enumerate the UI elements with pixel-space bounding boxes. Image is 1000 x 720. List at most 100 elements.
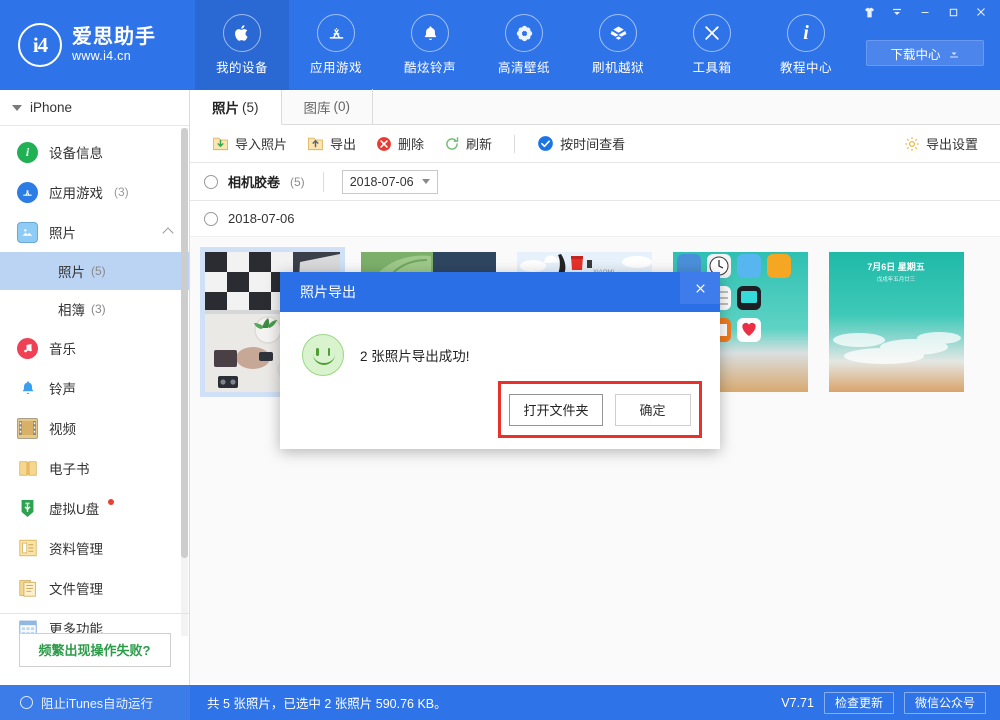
- open-folder-button[interactable]: 打开文件夹: [509, 394, 602, 426]
- export-button[interactable]: 导出: [297, 125, 366, 163]
- select-group-radio[interactable]: [204, 212, 218, 226]
- file-icon: [17, 578, 38, 599]
- filter-divider: [323, 172, 324, 192]
- book-icon: [17, 458, 38, 479]
- dialog-title: 照片导出: [300, 282, 356, 302]
- sidebar-subitem-count: (3): [91, 302, 106, 316]
- logo-mark-icon: i4: [18, 23, 62, 67]
- nav-item-toolbox[interactable]: 工具箱: [665, 0, 759, 90]
- toolbar-label: 导入照片: [235, 134, 287, 153]
- maximize-icon[interactable]: [940, 1, 966, 23]
- nav-item-apps-games[interactable]: 应用游戏: [289, 0, 383, 90]
- check-update-button[interactable]: 检查更新: [824, 692, 894, 714]
- nav-item-tutorials[interactable]: i 教程中心: [759, 0, 853, 90]
- dialog-close-icon[interactable]: [680, 272, 720, 304]
- nav-item-ringtones[interactable]: 酷炫铃声: [383, 0, 477, 90]
- menu-icon[interactable]: [884, 1, 910, 23]
- sidebar-item-count: (3): [114, 185, 129, 199]
- delete-icon: [376, 136, 392, 152]
- sidebar-item-label: 音乐: [49, 338, 76, 358]
- top-navigation: 我的设备 应用游戏 酷炫铃声 高清壁纸: [195, 0, 853, 90]
- delete-button[interactable]: 删除: [366, 125, 434, 163]
- check-update-label: 检查更新: [835, 694, 883, 711]
- sidebar-item-data-management[interactable]: 资料管理: [0, 528, 189, 568]
- block-itunes-label: 阻止iTunes自动运行: [41, 693, 153, 712]
- tab-label: 图库: [304, 97, 331, 117]
- nav-item-my-device[interactable]: 我的设备: [195, 0, 289, 90]
- sidebar-item-music[interactable]: 音乐: [0, 328, 189, 368]
- appstore-icon: [317, 14, 355, 52]
- nav-item-flash-jailbreak[interactable]: 刷机越狱: [571, 0, 665, 90]
- wechat-label: 微信公众号: [915, 694, 975, 711]
- nav-label: 刷机越狱: [592, 57, 644, 76]
- nav-label: 工具箱: [692, 57, 731, 76]
- photo-thumbnail-ios-lockscreen[interactable]: 7月6日 星期五 戊戌年五月廿三: [824, 247, 969, 397]
- sidebar-item-label: 资料管理: [49, 538, 103, 558]
- tab-gallery[interactable]: 图库 (0): [282, 89, 374, 124]
- sidebar-item-virtual-usb[interactable]: 虚拟U盘: [0, 488, 189, 528]
- view-by-time-button[interactable]: 按时间查看: [527, 125, 635, 163]
- sidebar-subitem-albums[interactable]: 相簿 (3): [0, 290, 189, 328]
- skin-icon[interactable]: [856, 1, 882, 23]
- sidebar-item-label: 照片: [49, 222, 76, 242]
- sidebar-item-label: 设备信息: [49, 142, 103, 162]
- confirm-label: 确定: [639, 400, 665, 419]
- import-photos-button[interactable]: 导入照片: [202, 125, 297, 163]
- sidebar-subitem-photos[interactable]: 照片 (5): [0, 252, 189, 290]
- version-label: V7.71: [781, 696, 814, 710]
- nav-label: 酷炫铃声: [404, 57, 456, 76]
- import-icon: [212, 135, 229, 152]
- tab-photos[interactable]: 照片 (5): [190, 90, 282, 125]
- chevron-down-icon: [12, 105, 22, 111]
- sidebar-list: i 设备信息 应用游戏 (3) 照片 照片 (5): [0, 126, 189, 648]
- sidebar-item-label: 应用游戏: [49, 182, 103, 202]
- export-settings-button[interactable]: 导出设置: [894, 125, 988, 163]
- success-smiley-icon: [302, 334, 344, 376]
- thumbnail-image: 7月6日 星期五 戊戌年五月廿三: [829, 252, 964, 392]
- sidebar-subitem-label: 照片: [58, 261, 85, 281]
- confirm-button[interactable]: 确定: [615, 394, 691, 426]
- dialog-actions-highlight: 打开文件夹 确定: [498, 381, 702, 438]
- gear-icon: [904, 136, 920, 152]
- toggle-radio-icon: [20, 696, 33, 709]
- sidebar-item-label: 视频: [49, 418, 76, 438]
- download-center-button[interactable]: 下载中心: [866, 40, 984, 66]
- brand-name: 爱思助手: [72, 27, 156, 48]
- chevron-down-icon: [422, 179, 430, 184]
- export-icon: [307, 135, 324, 152]
- operation-failure-help-button[interactable]: 频繁出现操作失败?: [19, 633, 171, 667]
- refresh-button[interactable]: 刷新: [434, 125, 502, 163]
- video-icon: [17, 418, 38, 439]
- minimize-icon[interactable]: [912, 1, 938, 23]
- sidebar-item-file-management[interactable]: 文件管理: [0, 568, 189, 608]
- sidebar-item-device-info[interactable]: i 设备信息: [0, 132, 189, 172]
- dialog-message-row: 2 张照片导出成功!: [280, 312, 720, 376]
- sidebar-item-ebooks[interactable]: 电子书: [0, 448, 189, 488]
- nav-label: 教程中心: [780, 57, 832, 76]
- date-group-label: 2018-07-06: [228, 211, 295, 226]
- svg-text:7月6日 星期五: 7月6日 星期五: [867, 261, 925, 272]
- sidebar-item-apps-games[interactable]: 应用游戏 (3): [0, 172, 189, 212]
- select-album-radio[interactable]: [204, 175, 218, 189]
- date-select[interactable]: 2018-07-06: [342, 170, 438, 194]
- device-header[interactable]: iPhone: [0, 90, 189, 126]
- nav-item-wallpapers[interactable]: 高清壁纸: [477, 0, 571, 90]
- close-icon[interactable]: [968, 1, 994, 23]
- sidebar-scrollbar[interactable]: [181, 128, 188, 636]
- notification-badge-icon: [108, 499, 114, 505]
- download-center-label: 下载中心: [890, 44, 940, 63]
- sidebar-item-videos[interactable]: 视频: [0, 408, 189, 448]
- sidebar-item-photos[interactable]: 照片: [0, 212, 189, 252]
- download-icon: [948, 47, 960, 59]
- nav-label: 应用游戏: [310, 57, 362, 76]
- block-itunes-toggle[interactable]: 阻止iTunes自动运行: [0, 685, 190, 720]
- date-select-value: 2018-07-06: [350, 175, 414, 189]
- wechat-button[interactable]: 微信公众号: [904, 692, 986, 714]
- bell-icon: [411, 14, 449, 52]
- sidebar-scrollbar-thumb[interactable]: [181, 128, 188, 558]
- nav-label: 高清壁纸: [498, 57, 550, 76]
- toolbar-label: 删除: [398, 134, 424, 153]
- brand-url: www.i4.cn: [72, 50, 156, 63]
- sidebar-item-ringtones[interactable]: 铃声: [0, 368, 189, 408]
- operation-failure-help-label: 频繁出现操作失败?: [39, 640, 151, 659]
